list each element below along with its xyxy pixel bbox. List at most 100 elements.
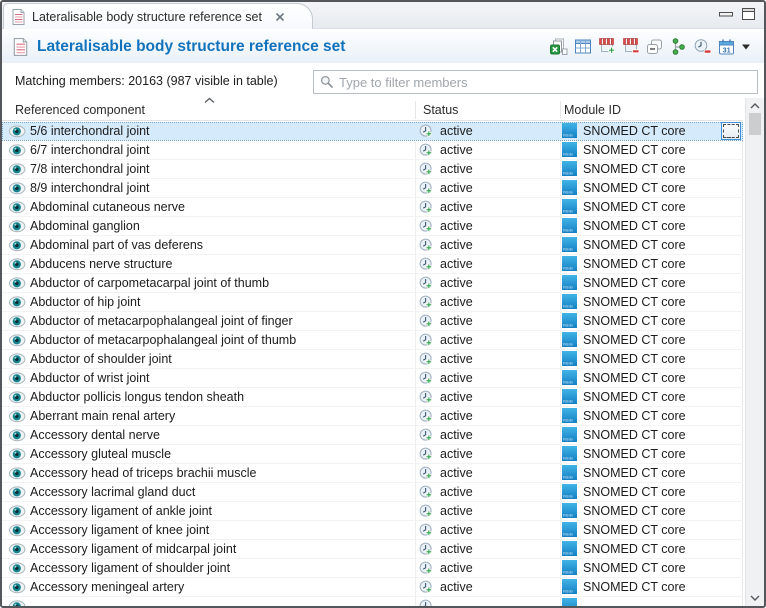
svg-text:ihtsdo: ihtsdo <box>563 456 573 460</box>
module-label: SNOMED CT core <box>583 464 686 482</box>
member-active-status-icon <box>419 580 435 596</box>
snomed-module-icon: ihtsdo <box>562 370 577 385</box>
member-active-status-icon <box>419 143 435 159</box>
member-active-status-icon <box>419 447 435 463</box>
svg-text:ihtsdo: ihtsdo <box>563 532 573 536</box>
svg-text:ihtsdo: ihtsdo <box>563 304 573 308</box>
table-row[interactable]: 5/6 interchondral joint active ihtsdo SN… <box>2 122 743 141</box>
member-active-status-icon <box>419 466 435 482</box>
export-to-excel-icon[interactable] <box>548 36 569 57</box>
member-active-status-icon <box>419 257 435 273</box>
table-row[interactable]: Abductor of shoulder joint active ihtsdo… <box>2 350 743 369</box>
table-row[interactable]: Accessory dental nerve active ihtsdo SNO… <box>2 426 743 445</box>
column-header-referenced-component[interactable]: Referenced component <box>15 103 145 117</box>
snomed-module-icon: ihtsdo <box>562 560 577 575</box>
table-row[interactable]: Abdominal cutaneous nerve active ihtsdo … <box>2 198 743 217</box>
module-label: SNOMED CT core <box>583 407 686 425</box>
svg-text:ihtsdo: ihtsdo <box>563 285 573 289</box>
maximize-icon[interactable] <box>742 8 755 20</box>
minimize-icon[interactable] <box>719 12 733 17</box>
collapse-all-icon[interactable] <box>644 36 665 57</box>
table-row[interactable]: Accessory ligament of ankle joint active… <box>2 502 743 521</box>
table-row[interactable]: Abdominal ganglion active ihtsdo SNOMED … <box>2 217 743 236</box>
referenced-component-label: Abducens nerve structure <box>30 255 172 273</box>
edit-member-ellipsis-button[interactable] <box>721 122 741 140</box>
status-label: active <box>440 464 473 482</box>
table-row[interactable]: 8/9 interchondral joint active ihtsdo SN… <box>2 179 743 198</box>
table-row[interactable]: Abductor of metacarpophalangeal joint of… <box>2 312 743 331</box>
hide-historical-members-icon[interactable] <box>692 36 713 57</box>
status-label: active <box>440 578 473 596</box>
referenced-component-label: Abductor of metacarpophalangeal joint of… <box>30 331 296 349</box>
vertical-scrollbar[interactable] <box>745 98 764 606</box>
column-header-module-id[interactable]: Module ID <box>564 103 621 117</box>
table-row[interactable]: Abductor pollicis longus tendon sheath a… <box>2 388 743 407</box>
scroll-up-icon[interactable] <box>750 103 760 109</box>
body-structure-concept-icon <box>9 448 26 461</box>
member-active-status-icon <box>419 504 435 520</box>
remove-member-icon[interactable] <box>620 36 641 57</box>
add-member-icon[interactable] <box>596 36 617 57</box>
tab-close-icon[interactable] <box>275 12 285 22</box>
table-header: Referenced component Status Module ID <box>2 100 743 121</box>
table-row[interactable]: Accessory ligament of shoulder joint act… <box>2 559 743 578</box>
module-label: SNOMED CT core <box>583 426 686 444</box>
referenced-component-label: Accessory meningeal artery <box>30 578 184 596</box>
svg-text:ihtsdo: ihtsdo <box>563 152 573 156</box>
scroll-down-icon[interactable] <box>750 595 760 601</box>
scrollbar-thumb[interactable] <box>749 113 761 135</box>
table-row[interactable]: Abductor of metacarpophalangeal joint of… <box>2 331 743 350</box>
tab-title: Lateralisable body structure reference s… <box>32 10 262 24</box>
referenced-component-label: Aberrant main renal artery <box>30 407 175 425</box>
table-row[interactable]: Accessory gluteal muscle active ihtsdo S… <box>2 445 743 464</box>
table-row[interactable]: Accessory ligament of knee joint active … <box>2 521 743 540</box>
reference-set-editor-window: Lateralisable body structure reference s… <box>0 0 766 608</box>
table-row[interactable]: Abductor of hip joint active ihtsdo SNOM… <box>2 293 743 312</box>
table-row[interactable]: Aberrant main renal artery active ihtsdo… <box>2 407 743 426</box>
page-title: Lateralisable body structure reference s… <box>37 38 345 56</box>
module-label: SNOMED CT core <box>583 559 686 577</box>
tab-lateralisable-reference-set[interactable]: Lateralisable body structure reference s… <box>3 3 313 29</box>
snomed-module-icon: ihtsdo <box>562 199 577 214</box>
member-active-status-icon <box>419 219 435 235</box>
body-structure-concept-icon <box>9 429 26 442</box>
referenced-component-label: Abductor of shoulder joint <box>30 350 172 368</box>
module-label: SNOMED CT core <box>583 331 686 349</box>
table-row[interactable]: Accessory head of triceps brachii muscle… <box>2 464 743 483</box>
module-label: SNOMED CT core <box>583 502 686 520</box>
view-menu-chevron-icon[interactable] <box>740 36 752 57</box>
table-row[interactable]: ihtsdo <box>2 597 743 606</box>
referenced-component-label: Accessory ligament of ankle joint <box>30 502 212 520</box>
svg-text:ihtsdo: ihtsdo <box>563 247 573 251</box>
module-label: SNOMED CT core <box>583 578 686 596</box>
effective-time-calendar-icon[interactable]: 31 <box>716 36 737 57</box>
svg-text:31: 31 <box>723 47 731 54</box>
svg-text:ihtsdo: ihtsdo <box>563 475 573 479</box>
status-label: active <box>440 559 473 577</box>
show-hierarchy-icon[interactable] <box>668 36 689 57</box>
column-header-status[interactable]: Status <box>423 103 458 117</box>
referenced-component-label: Abductor of metacarpophalangeal joint of… <box>30 312 293 330</box>
body-structure-concept-icon <box>9 581 26 594</box>
table-row[interactable]: Accessory meningeal artery active ihtsdo… <box>2 578 743 597</box>
table-row[interactable]: Abdominal part of vas deferens active ih… <box>2 236 743 255</box>
view-header: Lateralisable body structure reference s… <box>2 30 764 63</box>
member-active-status-icon <box>419 599 435 606</box>
snomed-module-icon: ihtsdo <box>562 541 577 556</box>
status-label: active <box>440 293 473 311</box>
table-row[interactable]: Accessory ligament of midcarpal joint ac… <box>2 540 743 559</box>
svg-text:ihtsdo: ihtsdo <box>563 133 573 137</box>
filter-members-input[interactable] <box>339 75 757 90</box>
table-row[interactable]: 7/8 interchondral joint active ihtsdo SN… <box>2 160 743 179</box>
table-row[interactable]: 6/7 interchondral joint active ihtsdo SN… <box>2 141 743 160</box>
table-row[interactable]: Accessory lacrimal gland duct active iht… <box>2 483 743 502</box>
status-label: active <box>440 236 473 254</box>
table-row[interactable]: Abducens nerve structure active ihtsdo S… <box>2 255 743 274</box>
table-row[interactable]: Abductor of wrist joint active ihtsdo SN… <box>2 369 743 388</box>
column-divider <box>415 101 416 119</box>
show-as-table-icon[interactable] <box>572 36 593 57</box>
table-row[interactable]: Abductor of carpometacarpal joint of thu… <box>2 274 743 293</box>
table-body: 5/6 interchondral joint active ihtsdo SN… <box>2 122 743 606</box>
module-label: SNOMED CT core <box>583 141 686 159</box>
svg-text:ihtsdo: ihtsdo <box>563 171 573 175</box>
